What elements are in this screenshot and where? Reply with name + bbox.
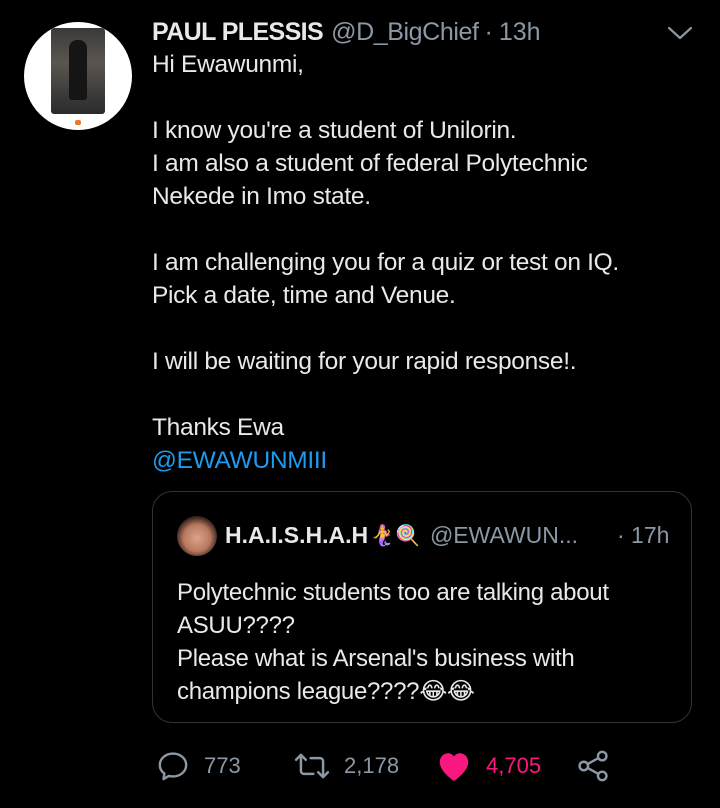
quoted-author-name: H.A.I.S.H.A.H [225, 522, 369, 548]
avatar-person-figure [69, 40, 87, 100]
share-icon [576, 749, 610, 783]
quoted-author-avatar[interactable] [177, 516, 217, 556]
heart-icon [436, 749, 472, 783]
quoted-tweet-line: champions league????😂😂 [177, 678, 475, 705]
tweet-line: I am also a student of federal Polytechn… [152, 150, 588, 177]
author-name[interactable]: PAUL PLESSIS [152, 18, 324, 47]
reply-icon [156, 749, 190, 783]
chevron-down-icon[interactable] [666, 22, 694, 44]
tweet-line [152, 213, 692, 246]
tweet-line: I will be waiting for your rapid respons… [152, 348, 577, 375]
author-handle[interactable]: @D_BigChief [331, 18, 479, 47]
tweet-line [152, 81, 692, 114]
retweet-icon [294, 749, 330, 783]
reply-count: 773 [204, 753, 241, 778]
quoted-tweet-text: Polytechnic students too are talking abo… [177, 576, 677, 708]
quoted-tweet-line: Please what is Arsenal's business with [177, 645, 575, 672]
retweet-count: 2,178 [344, 753, 400, 778]
tweet-header: PAUL PLESSIS @D_BigChief · 13h [152, 17, 541, 47]
mention-link[interactable]: @EWAWUNMIII [152, 444, 692, 477]
tweet-line: Pick a date, time and Venue. [152, 282, 456, 309]
tweet-line [152, 378, 692, 411]
tweet-line: Thanks Ewa [152, 414, 284, 441]
quoted-tweet-header: H.A.I.S.H.A.H 🧜‍♀️🍭 @EWAWUN... [225, 522, 578, 549]
like-button[interactable]: 4,705 [436, 746, 541, 786]
share-button[interactable] [576, 746, 610, 786]
tweet-action-bar: 773 2,178 4,705 [152, 746, 632, 786]
tweet-text: Hi Ewawunmi, I know you're a student of … [152, 48, 692, 477]
tweet-line: I am challenging you for a quiz or test … [152, 249, 619, 276]
reply-button[interactable]: 773 [156, 746, 241, 786]
tweet-line: Nekede in Imo state. [152, 183, 371, 210]
header-separator: · [484, 17, 493, 46]
quoted-tweet-timestamp: · 17h [617, 522, 670, 548]
tweet-line: I know you're a student of Unilorin. [152, 117, 517, 144]
tweet-line: Hi Ewawunmi, [152, 51, 304, 78]
quoted-author-handle: @EWAWUN... [429, 522, 579, 548]
quoted-tweet-line: Polytechnic students too are talking abo… [177, 579, 609, 606]
retweet-button[interactable]: 2,178 [294, 746, 399, 786]
like-count: 4,705 [486, 753, 542, 778]
quoted-tweet-line: ASUU???? [177, 612, 295, 639]
quoted-tweet-card[interactable]: H.A.I.S.H.A.H 🧜‍♀️🍭 @EWAWUN... · 17h Pol… [152, 491, 692, 723]
author-avatar[interactable] [24, 22, 132, 130]
avatar-indicator-dot [75, 120, 81, 125]
avatar-photo [51, 28, 105, 114]
quoted-author-emojis: 🧜‍♀️🍭 [370, 525, 420, 547]
tweet-timestamp[interactable]: 13h [499, 18, 541, 47]
tweet-line [152, 312, 692, 345]
